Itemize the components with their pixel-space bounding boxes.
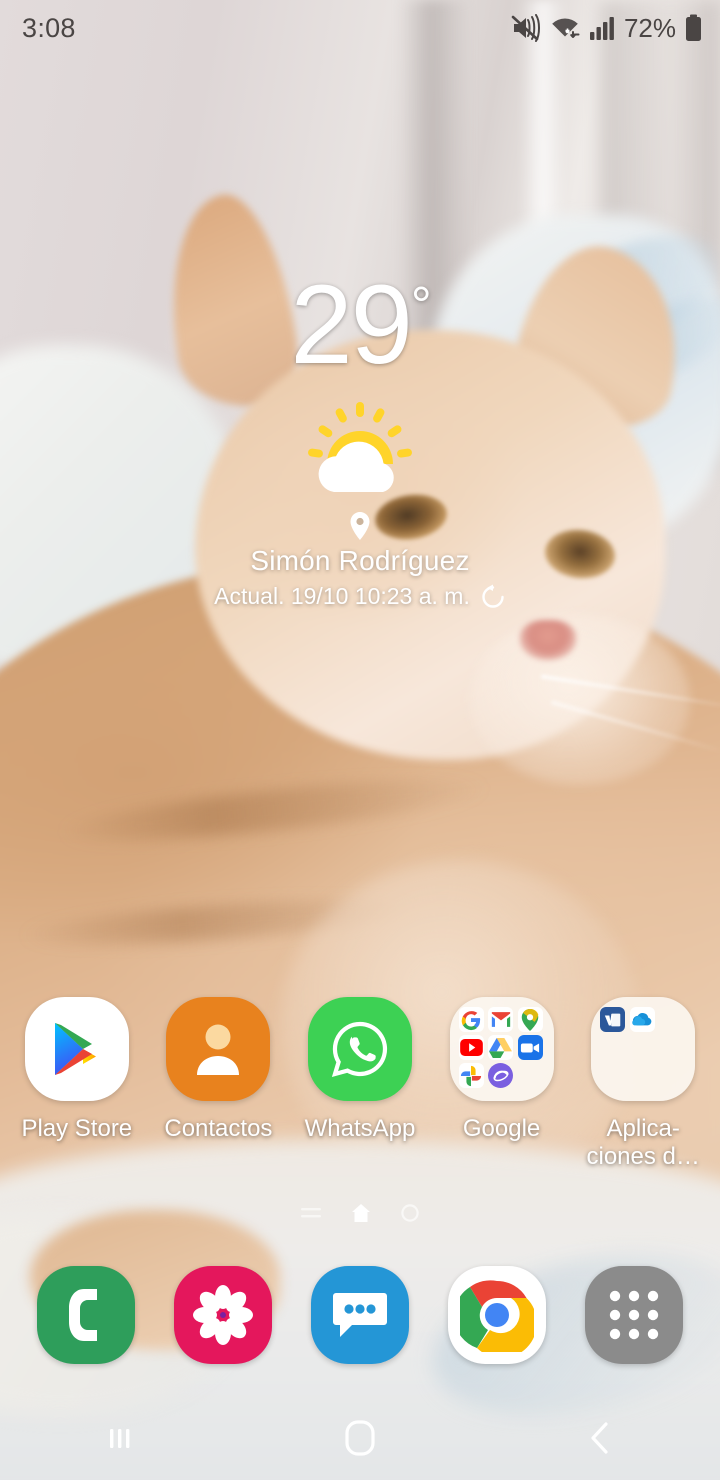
app-label: WhatsApp — [304, 1115, 416, 1142]
app-label: Aplica- ciones d… — [586, 1115, 700, 1170]
dock-messages[interactable] — [292, 1265, 429, 1365]
google-meet-icon — [517, 1035, 543, 1060]
whatsapp-icon — [306, 995, 414, 1103]
contacts-icon — [164, 995, 272, 1103]
app-play-store[interactable]: Play Store — [6, 995, 148, 1170]
folder-google-preview — [449, 997, 554, 1101]
folder-google[interactable]: Google — [431, 995, 573, 1170]
microsoft-word-icon — [600, 1007, 626, 1032]
play-store-icon — [23, 995, 131, 1103]
google-search-icon — [458, 1007, 484, 1032]
folder-icon — [448, 995, 556, 1103]
app-contactos[interactable]: Contactos — [148, 995, 290, 1170]
signal-bars-icon — [589, 17, 614, 40]
circle-page-icon[interactable] — [400, 1203, 420, 1223]
app-grid: Play Store Contactos WhatsApp Google Apl… — [0, 995, 720, 1170]
weather-city: Simón Rodríguez — [250, 545, 470, 577]
folder-empty-slot — [660, 1007, 685, 1032]
wifi-icon — [552, 18, 580, 38]
chrome-icon — [447, 1265, 547, 1365]
recents-icon[interactable] — [60, 1403, 180, 1473]
mute-vibrate-icon — [511, 14, 540, 42]
weather-temperature: 29 — [290, 262, 413, 387]
onedrive-icon — [629, 1007, 655, 1032]
phone-icon — [36, 1265, 136, 1365]
app-label: Google — [462, 1115, 541, 1142]
wallpaper — [0, 0, 720, 1480]
app-label: Contactos — [164, 1115, 273, 1142]
back-icon[interactable] — [540, 1403, 660, 1473]
dock-apps[interactable] — [565, 1265, 702, 1365]
page-indicator — [0, 1202, 720, 1224]
home-page-icon[interactable] — [350, 1202, 372, 1224]
messages-icon — [310, 1265, 410, 1365]
app-whatsapp[interactable]: WhatsApp — [289, 995, 431, 1170]
gallery-flower-icon — [173, 1265, 273, 1365]
dock — [0, 1265, 720, 1365]
partly-cloudy-icon — [301, 400, 419, 499]
google-photos-icon — [458, 1063, 484, 1088]
lines-page-icon[interactable] — [300, 1204, 322, 1222]
google-assistant-icon — [488, 1063, 514, 1088]
location-pin-icon — [350, 512, 370, 541]
degree-symbol: ° — [410, 277, 432, 335]
navigation-bar — [0, 1396, 720, 1480]
weather-widget[interactable]: 29 ° Simón Rodríguez Actual. 19/10 10:23… — [0, 262, 720, 610]
refresh-icon[interactable] — [480, 584, 506, 610]
apps-grid-icon — [584, 1265, 684, 1365]
weather-temperature-row: 29 ° — [290, 262, 432, 387]
status-bar: 3:08 72% — [0, 0, 720, 56]
weather-updated-text: Actual. 19/10 10:23 a. m. — [214, 583, 470, 610]
app-label: Play Store — [21, 1115, 133, 1142]
youtube-icon — [458, 1035, 484, 1060]
weather-location-block: Simón Rodríguez — [250, 511, 469, 577]
weather-updated-row: Actual. 19/10 10:23 a. m. — [214, 583, 506, 610]
dock-chrome[interactable] — [428, 1265, 565, 1365]
dock-gallery[interactable] — [155, 1265, 292, 1365]
battery-percent-label: 72% — [623, 12, 676, 43]
battery-icon — [686, 14, 701, 41]
cat-muzzle — [470, 615, 690, 785]
folder-aplicaciones[interactable]: Aplica- ciones d… — [572, 995, 714, 1170]
folder-office-preview — [591, 997, 696, 1101]
home-icon[interactable] — [300, 1403, 420, 1473]
google-drive-icon — [488, 1035, 514, 1060]
folder-icon — [589, 995, 697, 1103]
google-maps-icon — [517, 1007, 543, 1032]
gmail-icon — [488, 1007, 514, 1032]
dock-phone[interactable] — [18, 1265, 155, 1365]
cat-nose — [520, 620, 576, 660]
status-clock: 3:08 — [22, 12, 76, 43]
